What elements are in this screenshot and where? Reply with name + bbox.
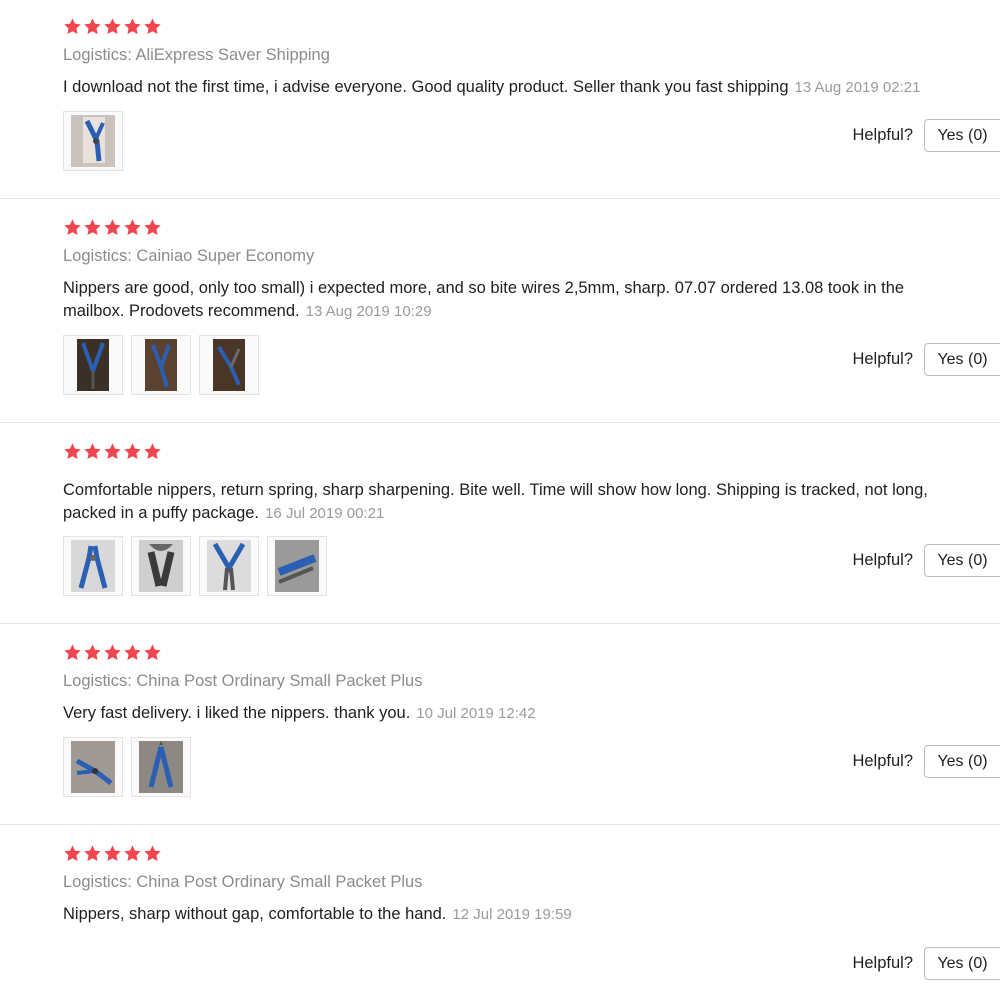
star-icon [123,17,142,36]
logistics-label: Logistics: China Post Ordinary Small Pac… [63,873,423,891]
review-body: I download not the first time, i advise … [63,78,789,96]
star-rating [63,643,162,662]
helpful-yes-button[interactable]: Yes (0) [924,343,1000,376]
review-list: Logistics: AliExpress Saver Shipping I d… [0,0,1000,1000]
review-photo-thumbnail[interactable] [63,536,123,596]
review-photo-thumbnail[interactable] [199,536,259,596]
review-photo-thumbnail[interactable] [131,335,191,395]
helpful-block: Helpful? Yes (0) [852,947,1000,980]
review-body: Nippers are good, only too small) i expe… [63,279,905,320]
review-photos [63,335,259,395]
review-date: 13 Aug 2019 02:21 [794,79,921,96]
helpful-yes-button[interactable]: Yes (0) [924,544,1000,577]
star-icon [123,643,142,662]
helpful-yes-button[interactable]: Yes (0) [924,119,1000,152]
star-icon [83,844,102,863]
logistics-label: Logistics: AliExpress Saver Shipping [63,46,330,64]
star-icon [143,643,162,662]
star-icon [103,442,122,461]
review-item: Logistics: Cainiao Super Economy Nippers… [0,199,1000,423]
star-icon [103,17,122,36]
review-body: Nippers, sharp without gap, comfortable … [63,905,447,923]
helpful-block: Helpful? Yes (0) [852,745,1000,778]
review-item: Comfortable nippers, return spring, shar… [0,423,1000,624]
star-rating [63,17,162,36]
helpful-label: Helpful? [852,350,913,368]
star-rating [63,844,162,863]
star-icon [123,442,142,461]
review-photo-thumbnail[interactable] [131,536,191,596]
logistics-label: Logistics: Cainiao Super Economy [63,247,315,265]
review-photo-thumbnail[interactable] [63,737,123,797]
star-icon [143,844,162,863]
review-date: 12 Jul 2019 19:59 [452,906,572,923]
review-photo-thumbnail[interactable] [199,335,259,395]
helpful-block: Helpful? Yes (0) [852,343,1000,376]
star-icon [63,442,82,461]
star-icon [103,218,122,237]
star-icon [63,218,82,237]
star-icon [83,442,102,461]
star-icon [103,844,122,863]
review-text: Comfortable nippers, return spring, shar… [63,479,943,525]
star-icon [123,218,142,237]
review-photo-thumbnail[interactable] [63,111,123,171]
star-icon [83,17,102,36]
review-photo-thumbnail[interactable] [267,536,327,596]
review-photos [63,536,327,596]
star-rating [63,218,162,237]
review-item: Logistics: China Post Ordinary Small Pac… [0,624,1000,825]
helpful-label: Helpful? [852,126,913,144]
review-date: 13 Aug 2019 10:29 [305,303,432,320]
review-date: 16 Jul 2019 00:21 [265,505,385,522]
star-icon [83,218,102,237]
star-icon [143,442,162,461]
star-rating [63,442,162,461]
star-icon [63,643,82,662]
helpful-block: Helpful? Yes (0) [852,544,1000,577]
star-icon [63,844,82,863]
review-body: Very fast delivery. i liked the nippers.… [63,704,411,722]
helpful-block: Helpful? Yes (0) [852,119,1000,152]
review-text: Nippers are good, only too small) i expe… [63,277,943,323]
helpful-yes-button[interactable]: Yes (0) [924,745,1000,778]
helpful-label: Helpful? [852,752,913,770]
review-date: 10 Jul 2019 12:42 [416,705,536,722]
star-icon [103,643,122,662]
helpful-label: Helpful? [852,954,913,972]
star-icon [123,844,142,863]
review-text: I download not the first time, i advise … [63,76,943,99]
review-photo-thumbnail[interactable] [131,737,191,797]
review-body: Comfortable nippers, return spring, shar… [63,481,928,522]
star-icon [143,218,162,237]
logistics-label: Logistics: China Post Ordinary Small Pac… [63,672,423,690]
review-item: Logistics: China Post Ordinary Small Pac… [0,825,1000,1000]
review-photos [63,111,123,171]
review-text: Very fast delivery. i liked the nippers.… [63,702,943,725]
star-icon [83,643,102,662]
review-item: Logistics: AliExpress Saver Shipping I d… [0,0,1000,199]
review-photo-thumbnail[interactable] [63,335,123,395]
review-text: Nippers, sharp without gap, comfortable … [63,903,943,926]
star-icon [143,17,162,36]
helpful-label: Helpful? [852,551,913,569]
star-icon [63,17,82,36]
helpful-yes-button[interactable]: Yes (0) [924,947,1000,980]
review-photos [63,737,191,797]
